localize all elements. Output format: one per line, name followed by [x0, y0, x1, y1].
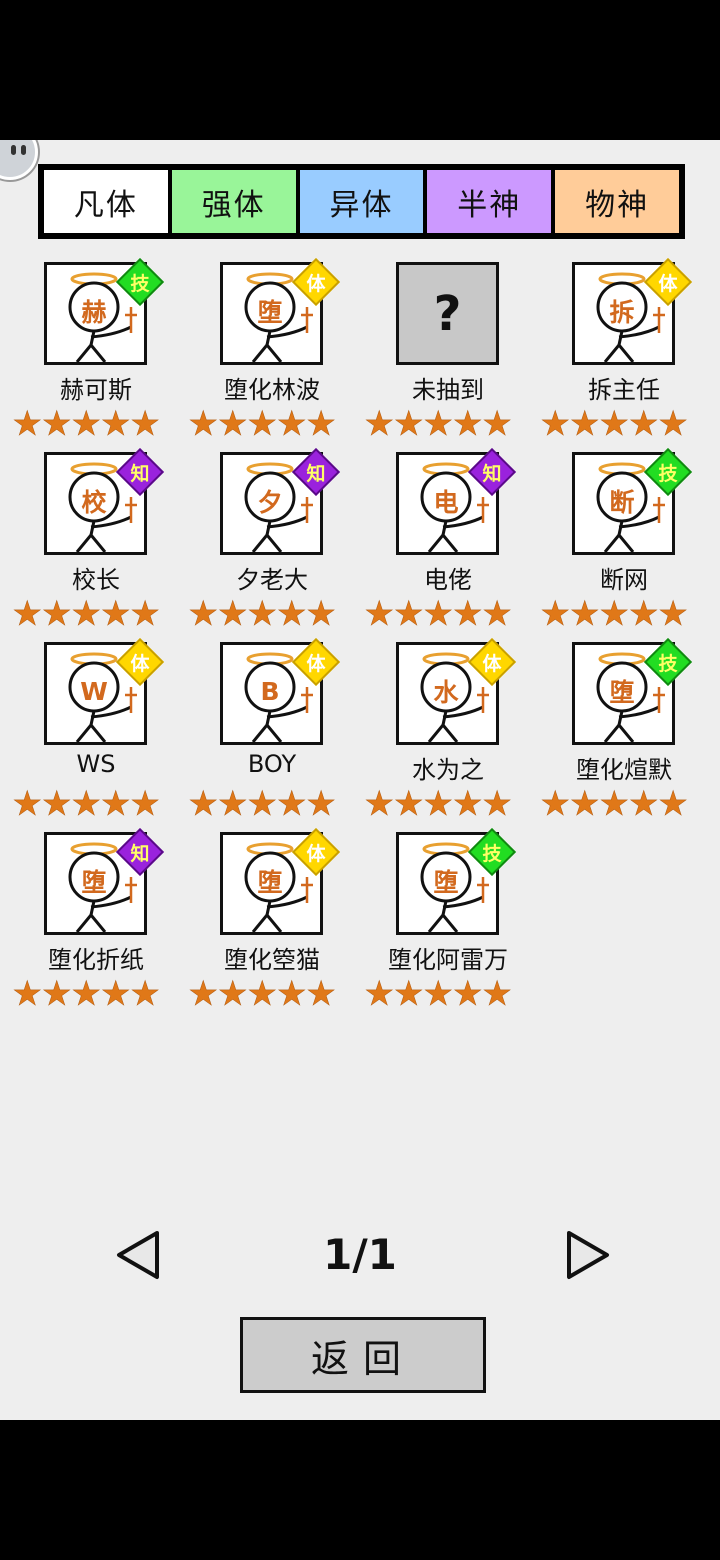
star-rating: ★★★★★ [12, 596, 161, 632]
star-rating: ★★★★★ [188, 976, 337, 1012]
character-card[interactable]: 赫技赫可斯 ★★★★★ [0, 256, 176, 448]
character-name: 未抽到 [412, 376, 484, 404]
character-name: 校长 [72, 566, 120, 594]
star-rating: ★★★★★ [364, 786, 513, 822]
star-rating: ★★★★★ [364, 976, 513, 1012]
face-label: 堕 [257, 868, 283, 897]
face-label: 断 [609, 488, 635, 517]
knowledge-badge: 知 [466, 446, 518, 498]
character-name: 水为之 [412, 756, 484, 784]
character-card[interactable]: 堕体堕化箜猫 ★★★★★ [176, 826, 352, 1018]
face-label: 堕 [257, 298, 283, 327]
tab-yiti[interactable]: 异体 [299, 170, 424, 233]
character-card[interactable]: 堕技堕化阿雷万 ★★★★★ [352, 826, 528, 1018]
face-label: 拆 [609, 298, 635, 327]
character-name: 堕化阿雷万 [388, 946, 508, 974]
knowledge-badge: 知 [290, 446, 342, 498]
face-label: W [80, 676, 108, 706]
character-name: 堕化林波 [224, 376, 320, 404]
star-rating: ★★★★★ [188, 786, 337, 822]
tab-banshen[interactable]: 半神 [427, 170, 552, 233]
star-rating: ★★★★★ [188, 406, 337, 442]
tab-qiangti[interactable]: 强体 [171, 170, 296, 233]
star-rating: ★★★★★ [540, 596, 689, 632]
character-card[interactable]: 堕技堕化煊默 ★★★★★ [528, 636, 704, 828]
face-label: 赫 [81, 298, 107, 327]
locked-portrait: ? [396, 262, 499, 365]
character-name: BOY [247, 750, 297, 778]
character-name: 断网 [600, 566, 648, 594]
star-rating: ★★★★★ [12, 406, 161, 442]
question-mark-icon: ? [433, 285, 462, 342]
floating-assistant-icon[interactable] [0, 140, 38, 180]
skill-badge: 技 [642, 636, 694, 688]
body-badge: 体 [642, 256, 694, 308]
skill-badge: 技 [114, 256, 166, 308]
tab-fanti[interactable]: 凡体 [44, 170, 168, 233]
star-rating: ★★★★★ [540, 406, 689, 442]
body-badge: 体 [466, 636, 518, 688]
face-label: 水 [433, 678, 459, 707]
face-label: 电 [433, 488, 459, 517]
rarity-tab-bar: 凡体 强体 异体 半神 物神 [38, 164, 685, 239]
face-label: 校 [81, 488, 107, 517]
character-name: 堕化折纸 [48, 946, 144, 974]
character-card[interactable]: 断技断网 ★★★★★ [528, 446, 704, 638]
face-label: 堕 [433, 868, 459, 897]
star-rating: ★★★★★ [12, 976, 161, 1012]
body-badge: 体 [290, 636, 342, 688]
character-name: 夕老大 [236, 566, 308, 594]
character-name: 赫可斯 [60, 376, 132, 404]
face-label: 夕 [257, 488, 283, 517]
body-badge: 体 [290, 826, 342, 878]
character-card[interactable]: 堕知堕化折纸 ★★★★★ [0, 826, 176, 1018]
triangle-left-icon[interactable] [113, 1229, 163, 1281]
skill-badge: 技 [642, 446, 694, 498]
character-card[interactable]: W 体 WS ★★★★★ [0, 636, 176, 828]
star-rating: ★★★★★ [364, 406, 513, 442]
face-label: 堕 [609, 678, 635, 707]
character-card[interactable]: 夕知夕老大 ★★★★★ [176, 446, 352, 638]
character-card[interactable]: 水体水为之 ★★★★★ [352, 636, 528, 828]
character-name: 堕化箜猫 [224, 946, 320, 974]
character-card[interactable]: ? 未抽到 ★★★★★ [352, 258, 528, 448]
body-badge: 体 [290, 256, 342, 308]
character-card[interactable]: 堕体堕化林波 ★★★★★ [176, 256, 352, 448]
triangle-right-icon[interactable] [563, 1229, 613, 1281]
back-button[interactable]: 返回 [240, 1317, 486, 1393]
character-card[interactable]: 拆体拆主任 ★★★★★ [528, 256, 704, 448]
character-name: WS [76, 750, 116, 778]
knowledge-badge: 知 [114, 826, 166, 878]
skill-badge: 技 [466, 826, 518, 878]
pagination: 1/1 [0, 1225, 720, 1285]
character-name: 拆主任 [588, 376, 660, 404]
body-badge: 体 [114, 636, 166, 688]
tab-wushen[interactable]: 物神 [555, 170, 679, 233]
collection-screen: 凡体 强体 异体 半神 物神 赫技赫可斯 ★★★★★ 堕体堕化林波 ★★★★★? 未抽到… [0, 140, 720, 1420]
character-name: 电佬 [424, 566, 472, 594]
character-card[interactable]: 校知校长 ★★★★★ [0, 446, 176, 638]
knowledge-badge: 知 [114, 446, 166, 498]
star-rating: ★★★★★ [540, 786, 689, 822]
character-card[interactable]: B 体 BOY ★★★★★ [176, 636, 352, 828]
character-card[interactable]: 电知电佬 ★★★★★ [352, 446, 528, 638]
star-rating: ★★★★★ [188, 596, 337, 632]
page-indicator: 1/1 [323, 1230, 397, 1279]
face-label: 堕 [81, 868, 107, 897]
star-rating: ★★★★★ [12, 786, 161, 822]
star-rating: ★★★★★ [364, 596, 513, 632]
character-name: 堕化煊默 [576, 756, 672, 784]
face-label: B [260, 676, 280, 706]
